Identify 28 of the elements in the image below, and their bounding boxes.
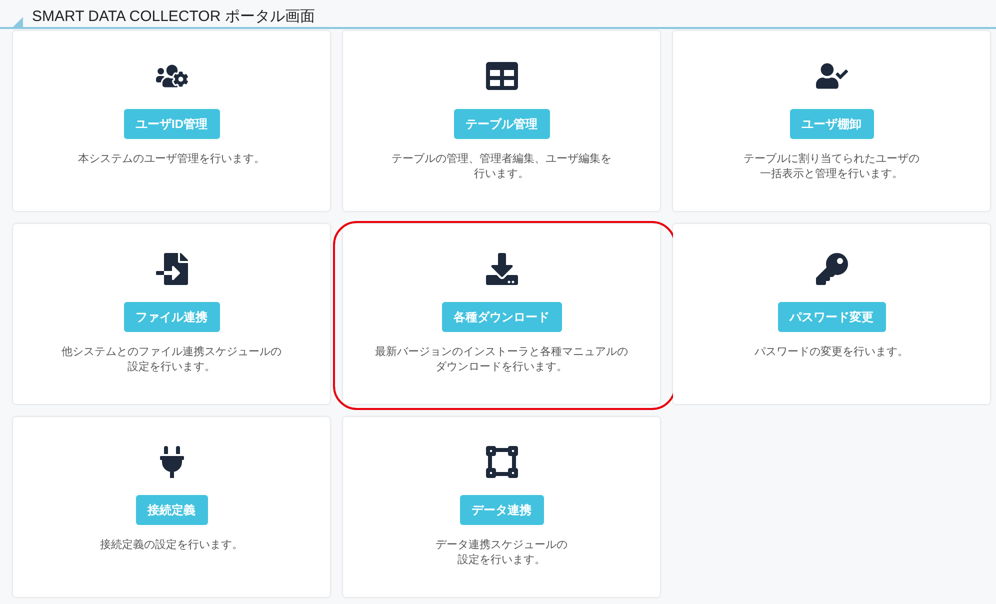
table-icon: [486, 60, 518, 92]
card-button[interactable]: ユーザID管理: [124, 109, 220, 139]
description-line: 最新バージョンのインストーラと各種マニュアルの: [375, 345, 628, 360]
description-line: 設定を行います。: [458, 553, 546, 568]
description-line: 本システムのユーザ管理を行います。: [78, 152, 265, 167]
key-icon: [816, 253, 848, 285]
card-button[interactable]: データ連携: [460, 495, 544, 525]
user-check-icon: [816, 60, 848, 92]
description-line: データ連携スケジュールの: [436, 538, 568, 553]
card-button[interactable]: 各種ダウンロード: [442, 302, 562, 332]
description-line: テーブルに割り当てられたユーザの: [744, 152, 920, 167]
description-line: 他システムとのファイル連携スケジュールの: [62, 345, 282, 360]
card-button[interactable]: パスワード変更: [778, 302, 886, 332]
card-button[interactable]: ユーザ棚卸: [790, 109, 874, 139]
description-line: 行います。: [474, 167, 529, 182]
description-line: 一括表示と管理を行います。: [760, 167, 903, 182]
description-line: パスワードの変更を行います。: [754, 345, 908, 360]
page-title: SMART DATA COLLECTOR ポータル画面: [32, 9, 315, 24]
description-line: 接続定義の設定を行います。: [100, 538, 243, 553]
card-button[interactable]: 接続定義: [136, 495, 208, 525]
download-icon: [486, 253, 518, 285]
square-nodes-icon: [486, 446, 518, 478]
description-line: テーブルの管理、管理者編集、ユーザ編集を: [392, 152, 612, 167]
file-arrow-icon: [156, 253, 188, 285]
card-button[interactable]: テーブル管理: [454, 109, 550, 139]
description-line: 設定を行います。: [128, 360, 216, 375]
description-line: ダウンロードを行います。: [436, 360, 568, 375]
card-button[interactable]: ファイル連携: [124, 302, 220, 332]
